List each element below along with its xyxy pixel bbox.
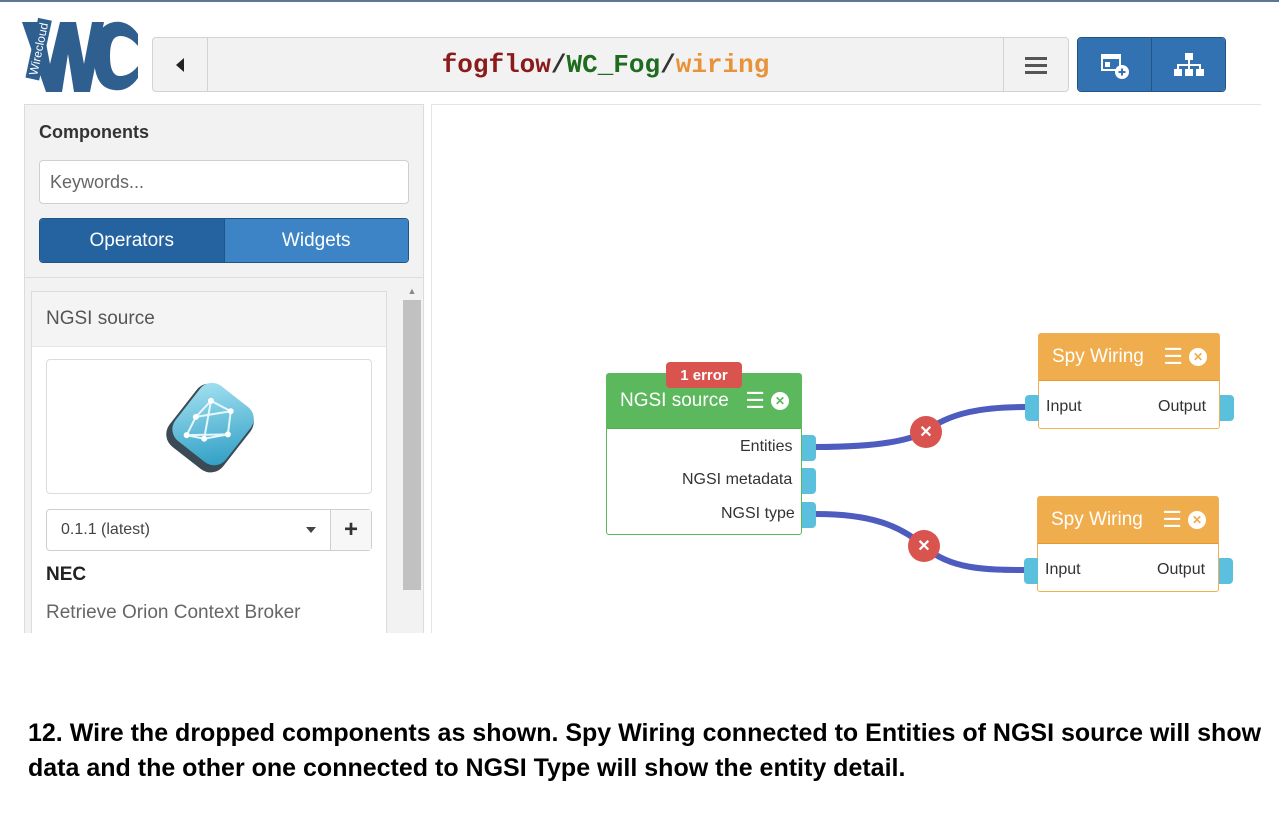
close-icon: ✕ [919,424,933,441]
output-entities-anchor[interactable] [802,435,816,461]
remove-wire-button[interactable]: ✕ [910,416,942,448]
remove-widget-icon[interactable]: ✕ [1189,348,1207,366]
widget-header[interactable]: Spy Wiring ☰ ✕ [1038,497,1218,544]
operator-title: NGSI source [620,390,729,411]
input-anchor[interactable] [1025,395,1039,421]
widget-menu-icon[interactable]: ☰ [1162,509,1182,531]
output-anchor[interactable] [1219,558,1233,584]
output-anchor[interactable] [1220,395,1234,421]
output-entities-label: Entities [740,438,793,455]
widget-menu-icon[interactable]: ☰ [1163,346,1183,368]
error-badge[interactable]: 1 error [666,362,742,388]
instruction-caption: 12. Wire the dropped components as shown… [28,719,1262,782]
output-type-label: NGSI type [721,505,795,522]
remove-operator-icon[interactable]: ✕ [771,392,789,410]
input-label: Input [1045,561,1081,578]
remove-wire-button[interactable]: ✕ [908,530,940,562]
operator-menu-icon[interactable]: ☰ [745,390,765,412]
remove-widget-icon[interactable]: ✕ [1188,511,1206,529]
output-type-anchor[interactable] [802,502,816,528]
widget-title: Spy Wiring [1051,509,1143,530]
close-icon: ✕ [917,538,931,555]
output-label: Output [1158,398,1207,415]
output-label: Output [1157,561,1206,578]
widget-title: Spy Wiring [1052,346,1144,367]
widget-header[interactable]: Spy Wiring ☰ ✕ [1039,334,1219,381]
input-anchor[interactable] [1024,558,1038,584]
output-metadata-anchor[interactable] [802,468,816,494]
input-label: Input [1046,398,1082,415]
output-metadata-label: NGSI metadata [682,471,793,488]
